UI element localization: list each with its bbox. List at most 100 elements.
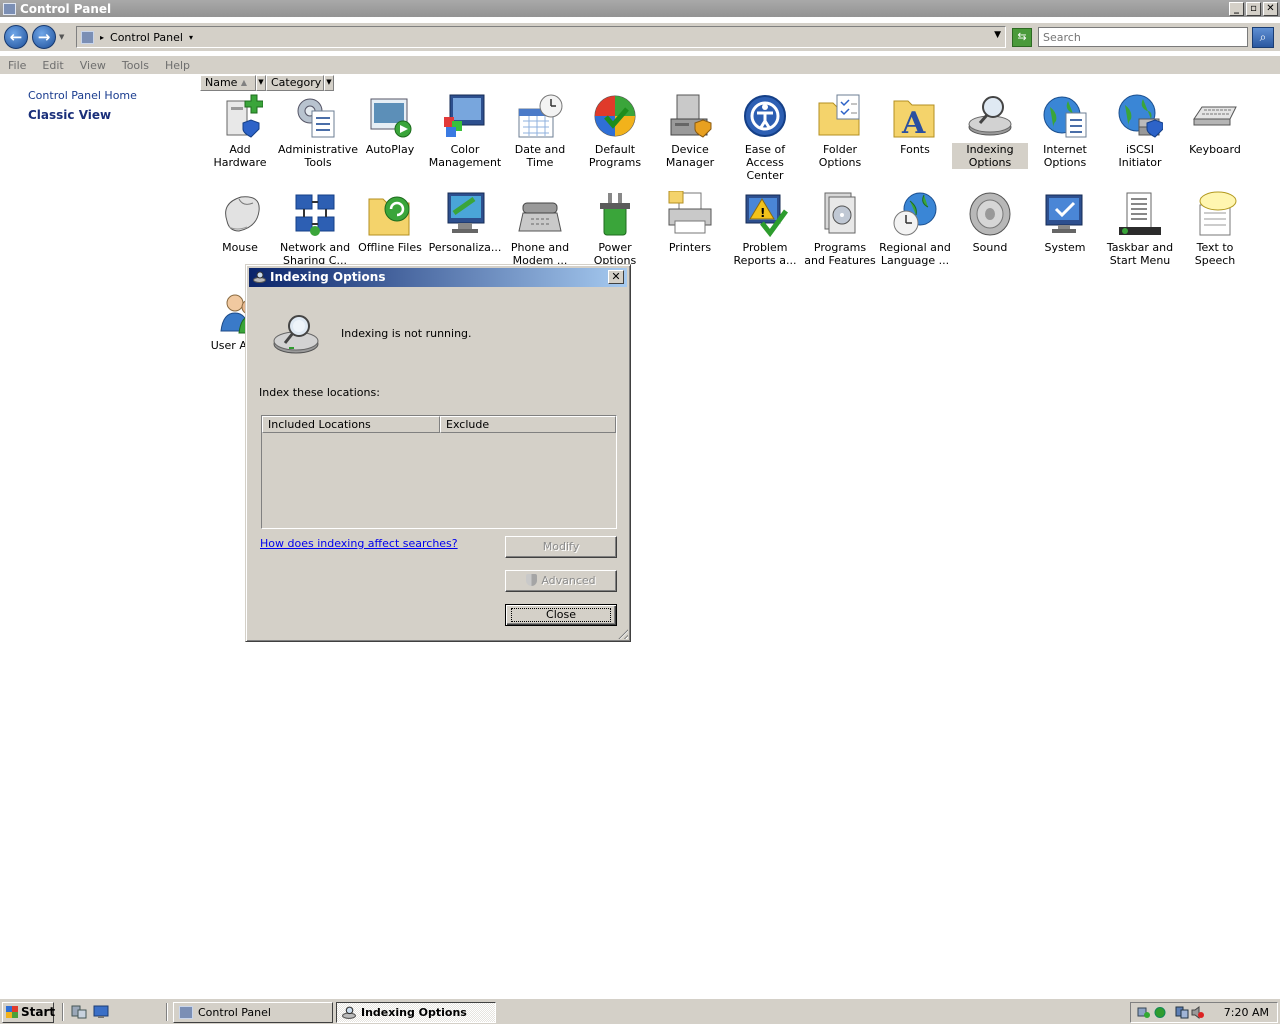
clock[interactable]: 7:20 AM — [1224, 1006, 1269, 1019]
column-category[interactable]: Category — [266, 75, 324, 91]
control-panel-item-label: Personaliza... — [428, 241, 502, 254]
included-locations-column[interactable]: Included Locations — [262, 416, 440, 433]
menu-view[interactable]: View — [72, 59, 114, 72]
administrative-tools-icon — [297, 98, 335, 138]
search-icon[interactable]: ⌕ — [1252, 27, 1274, 48]
windows-logo-icon — [6, 1006, 18, 1018]
breadcrumb-dropdown-icon[interactable]: ▾ — [189, 33, 193, 42]
control-panel-item[interactable]: Phone and Modem ... — [502, 191, 578, 267]
locations-list[interactable]: Included Locations Exclude — [261, 415, 617, 529]
color-management-icon — [444, 94, 485, 137]
control-panel-item[interactable]: Color Management — [427, 93, 503, 169]
control-panel-item[interactable]: Keyboard — [1177, 93, 1253, 156]
sound-icon — [969, 192, 1011, 236]
dialog-close-icon[interactable]: ✕ — [608, 270, 624, 284]
control-panel-item[interactable]: Programs and Features — [802, 191, 878, 267]
advanced-button[interactable]: Advanced — [505, 570, 617, 592]
recent-pages-chevron-icon[interactable]: ▼ — [59, 33, 64, 41]
control-panel-item[interactable]: Regional and Language ... — [877, 191, 953, 267]
network-connection-icon[interactable] — [1175, 1006, 1189, 1019]
resize-grip[interactable] — [616, 627, 628, 639]
control-panel-item-label: AutoPlay — [365, 143, 415, 156]
control-panel-item[interactable]: Folder Options — [802, 93, 878, 169]
forward-button[interactable]: → — [32, 25, 56, 49]
exclude-column[interactable]: Exclude — [440, 416, 616, 433]
index-locations-label: Index these locations: — [259, 386, 380, 399]
back-button[interactable]: ← — [4, 25, 28, 49]
control-panel-item[interactable]: iSCSI Initiator — [1102, 93, 1178, 169]
control-panel-item[interactable]: Offline Files — [352, 191, 428, 254]
server-manager-icon[interactable] — [71, 1005, 87, 1019]
indexing-help-link[interactable]: How does indexing affect searches? — [260, 537, 458, 550]
breadcrumb[interactable]: Control Panel — [110, 31, 183, 44]
address-box[interactable]: ▸ Control Panel ▾ ▼ — [76, 26, 1006, 48]
volume-muted-icon[interactable] — [1191, 1006, 1205, 1019]
menu-file[interactable]: File — [0, 59, 34, 72]
control-panel-item[interactable]: Printers — [652, 191, 728, 254]
problem-reports-icon: ! — [745, 194, 788, 237]
mouse-icon — [225, 196, 260, 232]
control-panel-item[interactable]: Internet Options — [1027, 93, 1103, 169]
window-titlebar[interactable]: Control Panel _ ▫ ✕ — [0, 0, 1280, 17]
control-panel-item-label: Internet Options — [1043, 143, 1087, 169]
network-sharing-icon — [295, 194, 335, 236]
taskbar-separator — [62, 1003, 64, 1021]
dialog-titlebar[interactable]: Indexing Options ✕ — [249, 268, 627, 287]
control-panel-item[interactable]: Mouse — [202, 191, 278, 254]
control-panel-item-label: Mouse — [222, 241, 258, 254]
control-panel-item[interactable]: A Fonts — [877, 93, 953, 156]
indexing-drive-icon — [273, 315, 319, 354]
refresh-button[interactable]: ⇆ — [1012, 28, 1032, 47]
control-panel-item-label: Programs and Features — [804, 241, 876, 267]
column-category-dropdown-icon[interactable]: ▼ — [324, 75, 334, 91]
start-button[interactable]: Start — [2, 1002, 55, 1023]
show-desktop-icon[interactable] — [93, 1005, 109, 1019]
personalization-icon — [447, 192, 485, 233]
offline-files-icon — [368, 196, 410, 236]
modify-button[interactable]: Modify — [505, 536, 617, 558]
control-panel-item[interactable]: Text to Speech — [1177, 191, 1253, 267]
classic-view-link[interactable]: Classic View — [28, 108, 111, 122]
control-panel-item[interactable]: Ease of Access Center — [727, 93, 803, 182]
control-panel-item[interactable]: ! Problem Reports a... — [727, 191, 803, 267]
control-panel-item[interactable]: Indexing Options — [952, 93, 1028, 169]
menu-edit[interactable]: Edit — [34, 59, 71, 72]
menu-help[interactable]: Help — [157, 59, 198, 72]
control-panel-item[interactable]: Taskbar and Start Menu — [1102, 191, 1178, 267]
control-panel-item[interactable]: Network and Sharing C... — [277, 191, 353, 267]
column-name-dropdown-icon[interactable]: ▼ — [256, 75, 266, 91]
column-name[interactable]: Name ▲ — [200, 75, 256, 91]
security-tray-icon[interactable] — [1153, 1006, 1167, 1019]
control-panel-item-label: System — [1044, 241, 1086, 254]
search-input[interactable] — [1038, 27, 1248, 47]
maximize-button[interactable]: ▫ — [1246, 1, 1261, 16]
close-window-button[interactable]: ✕ — [1263, 1, 1278, 16]
indexing-options-icon — [968, 96, 1012, 136]
control-panel-item-label: Taskbar and Start Menu — [1106, 241, 1174, 267]
control-panel-item[interactable]: System — [1027, 191, 1103, 254]
control-panel-item[interactable]: Sound — [952, 191, 1028, 254]
breadcrumb-chevron-icon[interactable]: ▸ — [100, 33, 104, 42]
control-panel-item-label: Text to Speech — [1194, 241, 1236, 267]
network-tray-icon[interactable] — [1137, 1006, 1151, 1019]
close-button[interactable]: Close — [505, 604, 617, 626]
control-panel-item-label: Administrative Tools — [278, 143, 359, 169]
control-panel-item[interactable]: Power Options — [577, 191, 653, 267]
taskbar-control-panel[interactable]: Control Panel — [173, 1002, 333, 1023]
control-panel-item[interactable]: Device Manager — [652, 93, 728, 169]
fonts-icon: A — [893, 100, 935, 139]
svg-text:!: ! — [760, 206, 765, 220]
minimize-button[interactable]: _ — [1229, 1, 1244, 16]
control-panel-item[interactable]: Default Programs — [577, 93, 653, 169]
menu-tools[interactable]: Tools — [114, 59, 157, 72]
control-panel-item-label: Folder Options — [818, 143, 862, 169]
address-dropdown-icon[interactable]: ▼ — [994, 30, 1001, 40]
control-panel-item[interactable]: Administrative Tools — [277, 93, 358, 169]
control-panel-home-link[interactable]: Control Panel Home — [28, 89, 137, 102]
control-panel-item[interactable]: Add Hardware — [202, 93, 278, 169]
control-panel-item[interactable]: Date and Time — [502, 93, 578, 169]
taskbar-indexing-options[interactable]: Indexing Options — [336, 1002, 496, 1023]
control-panel-item[interactable]: Personaliza... — [427, 191, 503, 254]
control-panel-item[interactable]: AutoPlay — [352, 93, 428, 156]
text-to-speech-icon — [1199, 191, 1237, 236]
